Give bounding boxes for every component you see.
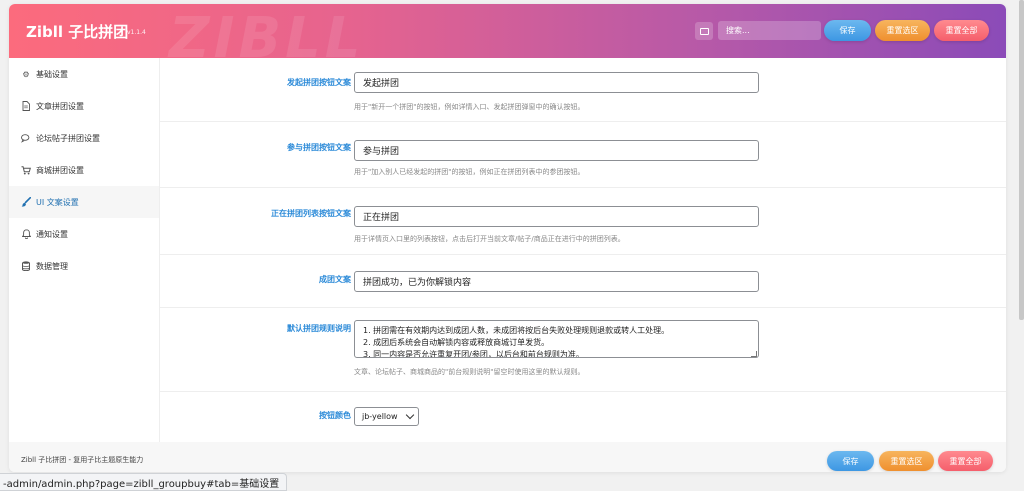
setting-button-color: 按钮颜色 jb-yellow	[160, 392, 1006, 442]
sidebar-item-label: 基础设置	[36, 69, 68, 79]
database-icon	[20, 261, 32, 271]
sidebar-item-label: 数据管理	[36, 261, 68, 271]
reset-all-button[interactable]: 重置全部	[934, 20, 989, 41]
field-label: 发起拼团按钮文案	[287, 78, 351, 87]
field-description: 文章、论坛帖子、商城商品的"前台规则说明"留空时使用这里的默认规则。	[354, 368, 585, 376]
comments-icon	[20, 133, 32, 143]
sidebar-item-ui-text[interactable]: UI 文案设置	[9, 186, 159, 218]
select-value: jb-yellow	[362, 412, 398, 421]
sidebar-item-label: 文章拼团设置	[36, 101, 84, 111]
brand-title: Zibll 子比拼团	[26, 23, 129, 41]
footer: Zibll 子比拼团 - 复用子比主题原生能力 保存 重置选区 重置全部	[9, 442, 1006, 472]
sidebar-item-label: 论坛帖子拼团设置	[36, 133, 100, 143]
sidebar: ⚙ 基础设置 文章拼团设置 论坛帖子拼团设置 商城拼团设置 UI 文案设置 通知…	[9, 58, 160, 442]
sidebar-item-article[interactable]: 文章拼团设置	[9, 90, 159, 122]
field-description: 用于"加入别人已经发起的拼团"的按钮，例如正在拼团列表中的参团按钮。	[354, 168, 585, 176]
cart-icon	[20, 165, 32, 175]
page-scrollbar[interactable]	[1019, 0, 1024, 320]
settings-content: 发起拼团按钮文案 发起拼团 用于"新开一个拼团"的按钮，例如详情入口、发起拼团弹…	[160, 58, 1006, 442]
list-icon[interactable]	[695, 22, 713, 40]
header: ZIBLL Zibll 子比拼团 v1.1.4 保存 重置选区 重置全部	[9, 4, 1006, 71]
field-label: 默认拼团规则说明	[287, 324, 351, 333]
footer-reset-section-button[interactable]: 重置选区	[879, 451, 934, 471]
sidebar-item-forum[interactable]: 论坛帖子拼团设置	[9, 122, 159, 154]
start-button-text-input[interactable]: 发起拼团	[354, 72, 759, 93]
sidebar-item-basic[interactable]: ⚙ 基础设置	[9, 58, 159, 90]
field-description: 用于"新开一个拼团"的按钮，例如详情入口、发起拼团弹窗中的确认按钮。	[354, 103, 585, 111]
join-button-text-input[interactable]: 参与拼团	[354, 140, 759, 161]
button-color-select[interactable]: jb-yellow	[354, 407, 419, 426]
setting-start-button-text: 发起拼团按钮文案 发起拼团 用于"新开一个拼团"的按钮，例如详情入口、发起拼团弹…	[160, 58, 1006, 122]
field-label: 参与拼团按钮文案	[287, 143, 351, 152]
status-bar-url: -admin/admin.php?page=zibll_groupbuy#tab…	[0, 473, 288, 491]
setting-list-button-text: 正在拼团列表按钮文案 正在拼团 用于详情页入口里的列表按钮，点击后打开当前文章/…	[160, 188, 1006, 255]
settings-panel: ZIBLL Zibll 子比拼团 v1.1.4 保存 重置选区 重置全部 ⚙ 基…	[9, 4, 1006, 472]
chevron-down-icon	[405, 410, 415, 420]
sidebar-item-shop[interactable]: 商城拼团设置	[9, 154, 159, 186]
file-icon	[20, 101, 32, 111]
reset-section-button[interactable]: 重置选区	[875, 20, 930, 41]
version-label: v1.1.4	[127, 29, 146, 36]
field-label: 按钮颜色	[319, 411, 351, 420]
resize-handle[interactable]	[751, 351, 757, 357]
brush-icon	[20, 197, 32, 207]
field-label: 成团文案	[319, 275, 351, 284]
field-description: 用于详情页入口里的列表按钮，点击后打开当前文章/帖子/商品正在进行中的拼团列表。	[354, 235, 625, 243]
sidebar-item-label: 通知设置	[36, 229, 68, 239]
setting-success-text: 成团文案 拼团成功，已为你解锁内容	[160, 255, 1006, 308]
footer-text: Zibll 子比拼团 - 复用子比主题原生能力	[21, 456, 144, 464]
search-input[interactable]	[718, 21, 821, 40]
gear-icon: ⚙	[22, 69, 30, 79]
bell-icon	[20, 229, 32, 239]
sidebar-item-data[interactable]: 数据管理	[9, 250, 159, 282]
setting-default-rules: 默认拼团规则说明 文章、论坛帖子、商城商品的"前台规则说明"留空时使用这里的默认…	[160, 308, 1006, 392]
default-rules-textarea[interactable]	[354, 320, 759, 358]
setting-join-button-text: 参与拼团按钮文案 参与拼团 用于"加入别人已经发起的拼团"的按钮，例如正在拼团列…	[160, 122, 1006, 188]
list-button-text-input[interactable]: 正在拼团	[354, 206, 759, 227]
field-label: 正在拼团列表按钮文案	[271, 209, 351, 218]
footer-reset-all-button[interactable]: 重置全部	[938, 451, 993, 471]
sidebar-item-label: UI 文案设置	[36, 197, 79, 207]
sidebar-item-label: 商城拼团设置	[36, 165, 84, 175]
success-text-input[interactable]: 拼团成功，已为你解锁内容	[354, 271, 759, 292]
sidebar-item-notification[interactable]: 通知设置	[9, 218, 159, 250]
save-button[interactable]: 保存	[824, 20, 871, 41]
footer-save-button[interactable]: 保存	[827, 451, 874, 471]
